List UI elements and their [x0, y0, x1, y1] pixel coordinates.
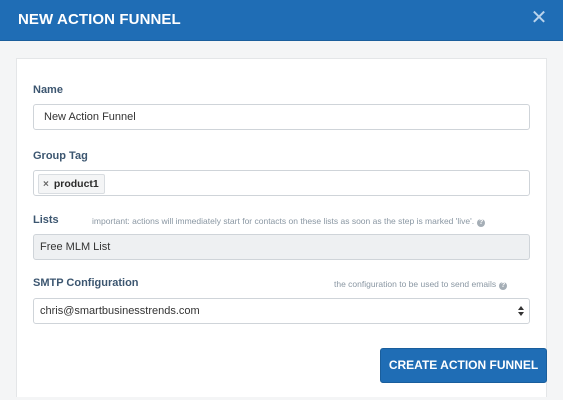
group-tag-input[interactable]: × product1 [33, 170, 530, 196]
group-tag-label: Group Tag [33, 150, 88, 162]
lists-label: Lists [33, 214, 59, 226]
smtp-hint: the configuration to be used to send ema… [334, 279, 508, 290]
smtp-label: SMTP Configuration [33, 277, 139, 289]
smtp-select-value: chris@smartbusinesstrends.com [40, 305, 200, 317]
name-input[interactable]: New Action Funnel [33, 104, 530, 130]
help-icon[interactable]: ? [477, 219, 486, 227]
name-label: Name [33, 84, 63, 96]
select-arrows-icon [518, 306, 524, 316]
lists-field[interactable]: Free MLM List [33, 234, 530, 260]
close-icon[interactable]: ✕ [529, 8, 549, 28]
smtp-hint-text: the configuration to be used to send ema… [334, 279, 497, 289]
new-action-funnel-modal: NEW ACTION FUNNEL ✕ Name New Action Funn… [0, 0, 563, 400]
remove-tag-icon[interactable]: × [43, 179, 49, 190]
lists-hint: important: actions will immediately star… [92, 216, 486, 227]
lists-hint-text: important: actions will immediately star… [92, 216, 475, 226]
modal-header: NEW ACTION FUNNEL ✕ [0, 0, 563, 41]
tag-label: product1 [53, 178, 99, 190]
help-icon[interactable]: ? [499, 282, 508, 290]
tag-chip: × product1 [38, 174, 105, 194]
create-action-funnel-button[interactable]: CREATE ACTION FUNNEL [380, 348, 547, 383]
modal-title: NEW ACTION FUNNEL [18, 11, 181, 28]
smtp-select[interactable]: chris@smartbusinesstrends.com [33, 298, 530, 324]
